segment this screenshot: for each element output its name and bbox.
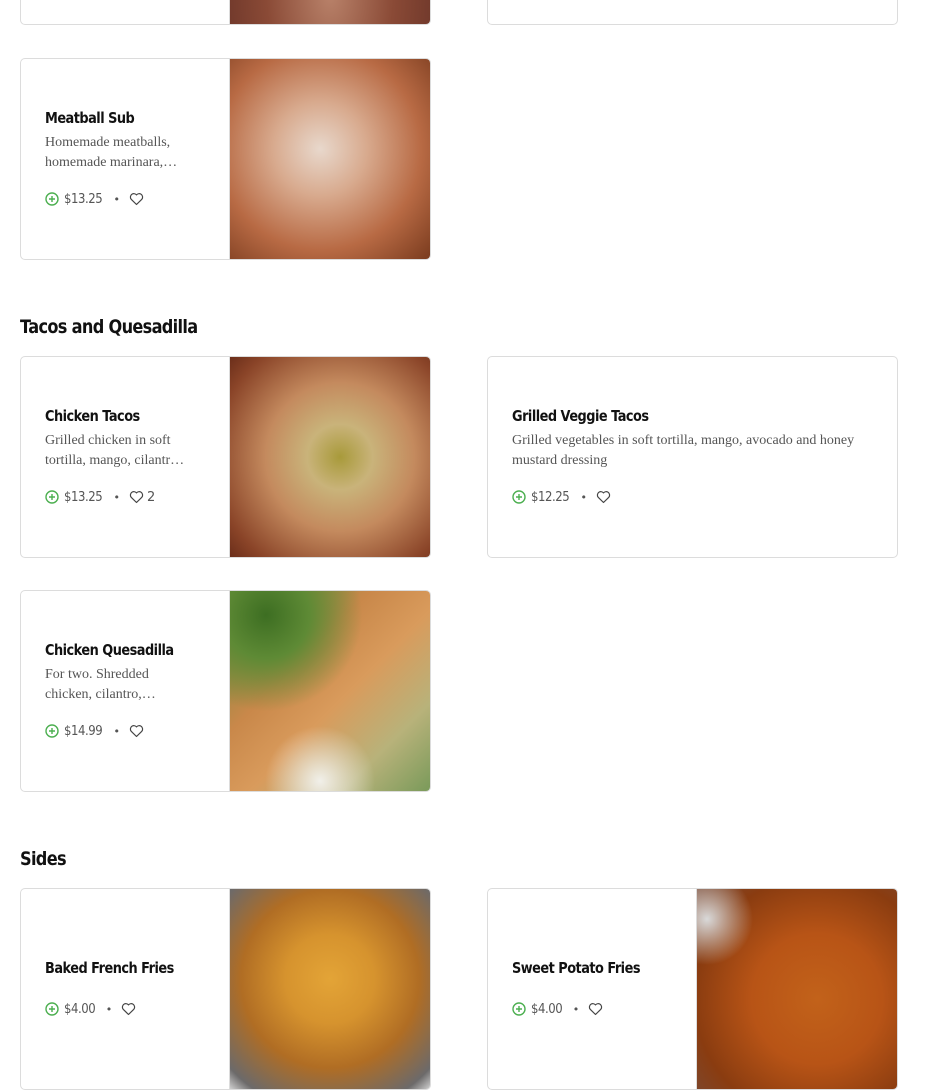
separator-dot: • bbox=[105, 1002, 113, 1016]
separator-dot: • bbox=[113, 192, 121, 206]
menu-item-meta: $4.00 • bbox=[45, 1000, 139, 1018]
menu-item-meta: $12.25 • bbox=[512, 488, 614, 506]
menu-item-meta: $4.00 • bbox=[512, 1000, 606, 1018]
menu-item-card-chicken-quesadilla[interactable]: Chicken Quesadilla For two. Shredded chi… bbox=[20, 590, 431, 792]
heart-icon[interactable] bbox=[588, 1002, 603, 1016]
menu-item-description: Homemade meatballs, homemade marinara,… bbox=[45, 135, 178, 170]
section-title-tacos: Tacos and Quesadilla bbox=[20, 316, 198, 338]
menu-item-price: $13.25 bbox=[64, 489, 103, 505]
menu-item-photo bbox=[229, 889, 430, 1089]
menu-item-name: Grilled Veggie Tacos bbox=[512, 407, 649, 425]
add-to-cart-icon[interactable] bbox=[45, 192, 59, 206]
heart-icon[interactable] bbox=[129, 724, 144, 738]
menu-item-card-partial-right[interactable] bbox=[487, 0, 898, 25]
menu-item-name: Chicken Tacos bbox=[45, 407, 140, 425]
menu-item-price: $13.25 bbox=[64, 191, 103, 207]
menu-item-name: Baked French Fries bbox=[45, 959, 174, 977]
like-count: 2 bbox=[147, 489, 156, 505]
menu-item-photo bbox=[229, 0, 430, 24]
separator-dot: • bbox=[113, 724, 121, 738]
menu-item-description: For two. Shredded chicken, cilantro,… bbox=[45, 667, 156, 702]
separator-dot: • bbox=[572, 1002, 580, 1016]
add-to-cart-icon[interactable] bbox=[512, 490, 526, 504]
add-to-cart-icon[interactable] bbox=[45, 724, 59, 738]
heart-icon[interactable] bbox=[129, 192, 144, 206]
add-to-cart-icon[interactable] bbox=[45, 1002, 59, 1016]
menu-item-card-partial-left[interactable] bbox=[20, 0, 431, 25]
separator-dot: • bbox=[113, 490, 121, 504]
menu-item-photo bbox=[696, 889, 897, 1089]
heart-icon[interactable] bbox=[129, 490, 144, 504]
menu-item-description: Grilled chicken in soft tortilla, mango,… bbox=[45, 433, 185, 468]
menu-item-card-baked-french-fries[interactable]: Baked French Fries $4.00 • bbox=[20, 888, 431, 1090]
menu-item-price: $4.00 bbox=[64, 1001, 96, 1017]
menu-item-meta: $13.25 • 2 bbox=[45, 488, 155, 506]
heart-icon[interactable] bbox=[121, 1002, 136, 1016]
menu-item-name: Meatball Sub bbox=[45, 109, 135, 127]
menu-item-price: $4.00 bbox=[531, 1001, 563, 1017]
add-to-cart-icon[interactable] bbox=[512, 1002, 526, 1016]
menu-item-card-chicken-tacos[interactable]: Chicken Tacos Grilled chicken in soft to… bbox=[20, 356, 431, 558]
menu-item-price: $14.99 bbox=[64, 723, 103, 739]
menu-item-price: $12.25 bbox=[531, 489, 570, 505]
menu-item-name: Sweet Potato Fries bbox=[512, 959, 641, 977]
add-to-cart-icon[interactable] bbox=[45, 490, 59, 504]
menu-item-name: Chicken Quesadilla bbox=[45, 641, 174, 659]
separator-dot: • bbox=[580, 490, 588, 504]
menu-item-card-grilled-veggie-tacos[interactable]: Grilled Veggie Tacos Grilled vegetables … bbox=[487, 356, 898, 558]
section-title-sides: Sides bbox=[20, 848, 67, 870]
menu-item-photo bbox=[229, 59, 430, 259]
menu-item-card-meatball-sub[interactable]: Meatball Sub Homemade meatballs, homemad… bbox=[20, 58, 431, 260]
menu-item-photo bbox=[229, 357, 430, 557]
menu-item-meta: $13.25 • bbox=[45, 190, 147, 208]
menu-item-photo bbox=[229, 591, 430, 791]
menu-item-description: Grilled vegetables in soft tortilla, man… bbox=[512, 433, 855, 468]
heart-icon[interactable] bbox=[596, 490, 611, 504]
menu-item-meta: $14.99 • bbox=[45, 722, 147, 740]
menu-item-card-sweet-potato-fries[interactable]: Sweet Potato Fries $4.00 • bbox=[487, 888, 898, 1090]
